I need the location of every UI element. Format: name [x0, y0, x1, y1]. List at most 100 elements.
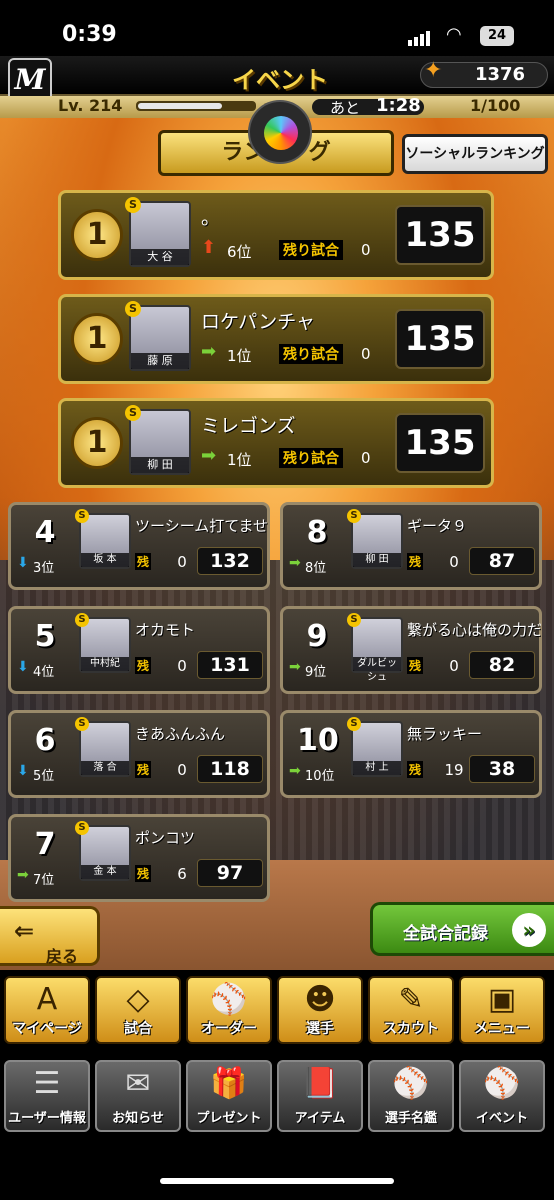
user-name: 。: [201, 207, 221, 229]
player-name: 坂 本: [81, 553, 129, 567]
score: 132: [197, 547, 263, 575]
nav-item-1[interactable]: ✉ お知らせ: [95, 1060, 181, 1132]
nav-label: ユーザー情報: [8, 1111, 86, 1126]
nav-label: 選手: [306, 1021, 334, 1037]
remaining-games-value: 0: [449, 553, 459, 571]
remaining-games-label: 残: [135, 553, 152, 570]
nav-item-4[interactable]: ✎ スカウト: [368, 976, 454, 1044]
rank-number: 7: [34, 827, 56, 862]
rank-number: 4: [34, 515, 56, 550]
remaining-games-label: 残り試合: [279, 240, 343, 260]
nav-item-0[interactable]: ☰ ユーザー情報: [4, 1060, 90, 1132]
user-name: ロケパンチャ: [201, 311, 316, 333]
gold-medal-icon: 1: [71, 313, 123, 365]
all-games-label: 全試合記録: [403, 924, 488, 944]
nav-label: スカウト: [383, 1021, 439, 1037]
rank-change-right-icon: ➡: [289, 659, 301, 675]
rank-change-right-icon: ➡: [289, 763, 301, 779]
ranking-card-top[interactable]: 1 柳 田 S ミレゴンズ ➡ 1位 残り試合 0 135: [58, 398, 494, 488]
nav-item-0[interactable]: A マイページ: [4, 976, 90, 1044]
nav-item-1[interactable]: ◇ 試合: [95, 976, 181, 1044]
ranking-card[interactable]: 4 ⬇ 3位 坂 本 S ツーシーム打てません 残 0 132: [8, 502, 270, 590]
nav-item-5[interactable]: ▣ メニュー: [459, 976, 545, 1044]
remaining-games-value: 19: [444, 761, 464, 779]
all-games-record-button[interactable]: 全試合記録 »: [370, 902, 554, 956]
remaining-games-label: 残り試合: [279, 448, 343, 468]
score: 135: [395, 413, 485, 473]
nav-label: メニュー: [474, 1021, 530, 1037]
rank-number: 9: [306, 619, 328, 654]
signal-icon: [408, 27, 432, 46]
rank-change-right-icon: ➡: [289, 555, 301, 571]
remaining-games-value: 0: [177, 657, 187, 675]
double-chevron-right-icon: »: [512, 913, 546, 947]
player-name: 柳 田: [131, 457, 189, 473]
user-name: きあふんふん: [135, 725, 226, 743]
remaining-games-label: 残: [407, 553, 424, 570]
player-avatar: ダルビッシュ: [351, 617, 403, 683]
user-name: 無ラッキー: [407, 725, 483, 743]
stamina-value: 1/100: [470, 96, 521, 115]
game-center-icon[interactable]: [248, 100, 312, 164]
nav-item-2[interactable]: ⚾ オーダー: [186, 976, 272, 1044]
ranking-card[interactable]: 10 ➡ 10位 村 上 S 無ラッキー 残 19 38: [280, 710, 542, 798]
score: 82: [469, 651, 535, 679]
ranking-card[interactable]: 7 ➡ 7位 金 本 S ポンコツ 残 6 97: [8, 814, 270, 902]
nav-label: イベント: [475, 1111, 528, 1126]
coin-icon: ✦: [424, 58, 443, 83]
remaining-games-value: 0: [177, 761, 187, 779]
remaining-games-label: 残: [407, 761, 424, 778]
remaining-games-label: 残り試合: [279, 344, 343, 364]
user-name: 繋がる心は俺の力だ！: [407, 621, 541, 639]
nav-icon: ☻: [304, 982, 336, 1017]
rank-change-right-icon: ➡: [17, 867, 29, 883]
nav-icon: 🎁: [210, 1066, 248, 1101]
player-avatar: 柳 田: [351, 513, 403, 569]
player-name: 藤 原: [131, 353, 189, 369]
player-avatar: 中村紀: [79, 617, 131, 673]
player-avatar: 坂 本: [79, 513, 131, 569]
wifi-icon: ◠: [446, 24, 462, 45]
remaining-games-value: 0: [177, 553, 187, 571]
tab-social-ranking[interactable]: ソーシャルランキング: [402, 134, 548, 174]
remaining-games-label: 残: [135, 761, 152, 778]
s-rank-badge: S: [125, 301, 141, 317]
player-name: 中村紀: [81, 657, 129, 671]
nav-label: 選手名鑑: [384, 1111, 437, 1126]
s-rank-badge: S: [75, 509, 89, 523]
player-avatar: 村 上: [351, 721, 403, 777]
rank-change-right-icon: ➡: [201, 445, 217, 466]
nav-item-3[interactable]: ☻ 選手: [277, 976, 363, 1044]
previous-rank: 9位: [305, 665, 327, 680]
rank-change-down-icon: ⬇: [17, 555, 29, 571]
user-name: オカモト: [135, 621, 196, 639]
rank-number: 10: [297, 723, 339, 758]
ranking-card[interactable]: 8 ➡ 8位 柳 田 S ギータ９ 残 0 87: [280, 502, 542, 590]
rank-change-right-icon: ➡: [201, 341, 217, 362]
ranking-card[interactable]: 6 ⬇ 5位 落 合 S きあふんふん 残 0 118: [8, 710, 270, 798]
player-name: 柳 田: [353, 553, 401, 567]
player-name: 金 本: [81, 865, 129, 879]
player-name: ダルビッシュ: [353, 657, 401, 683]
player-name: 村 上: [353, 761, 401, 775]
ranking-card[interactable]: 9 ➡ 9位 ダルビッシュ S 繋がる心は俺の力だ！ 残 0 82: [280, 606, 542, 694]
nav-icon: ☰: [33, 1066, 61, 1101]
previous-rank: 1位: [227, 451, 252, 469]
nav-item-4[interactable]: ⚾ 選手名鑑: [368, 1060, 454, 1132]
remaining-games-label: 残: [135, 657, 152, 674]
ranking-card-top[interactable]: 1 藤 原 S ロケパンチャ ➡ 1位 残り試合 0 135: [58, 294, 494, 384]
s-rank-badge: S: [75, 717, 89, 731]
user-name: ポンコツ: [135, 829, 196, 847]
home-indicator[interactable]: [160, 1178, 394, 1184]
nav-item-5[interactable]: ⚾ イベント: [459, 1060, 545, 1132]
s-rank-badge: S: [75, 613, 89, 627]
nav-item-3[interactable]: 📕 アイテム: [277, 1060, 363, 1132]
nav-item-2[interactable]: 🎁 プレゼント: [186, 1060, 272, 1132]
ranking-card[interactable]: 5 ⬇ 4位 中村紀 S オカモト 残 0 131: [8, 606, 270, 694]
ranking-card-top[interactable]: 1 大 谷 S 。 ⬆ 6位 残り試合 0 135: [58, 190, 494, 280]
score: 118: [197, 755, 263, 783]
remaining-games-value: 0: [449, 657, 459, 675]
back-button[interactable]: ⇐ 戻る: [0, 906, 100, 966]
xp-progress: [136, 101, 256, 111]
previous-rank: 1位: [227, 347, 252, 365]
